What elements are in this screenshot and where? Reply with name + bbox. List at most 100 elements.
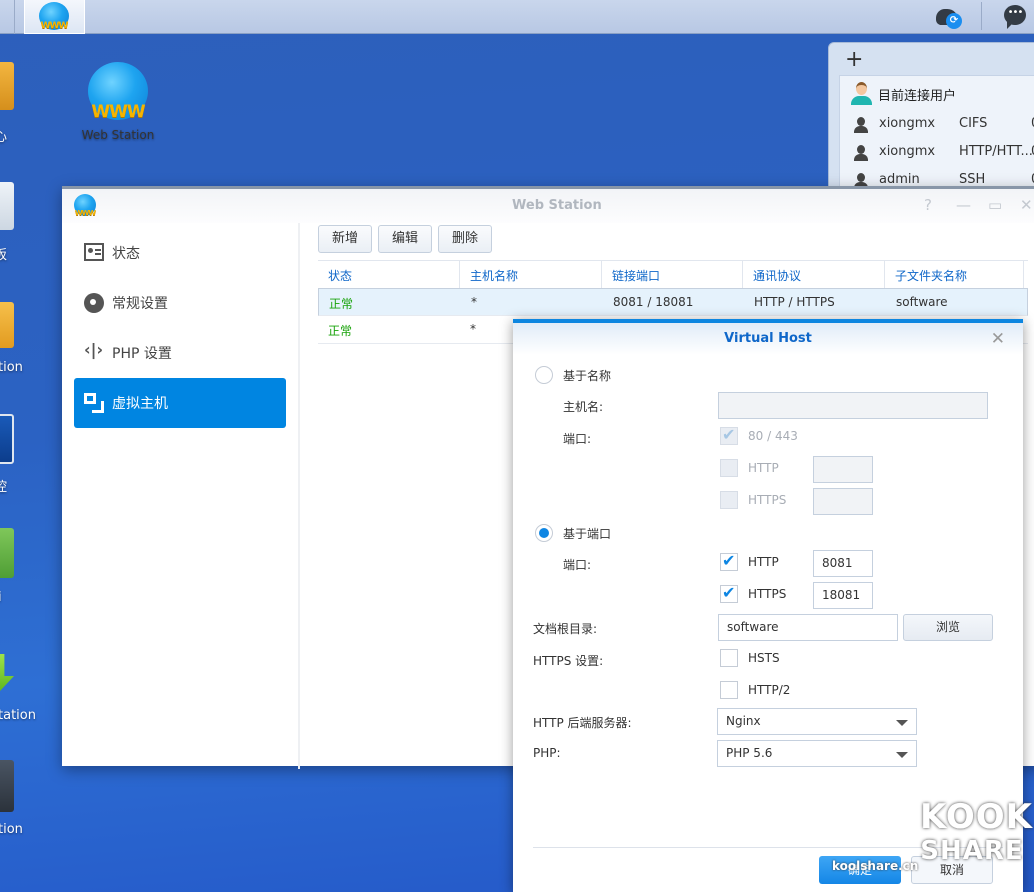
desktop-icon-label: tion xyxy=(0,360,23,375)
name-based-radio[interactable] xyxy=(535,366,553,384)
php-version-select[interactable]: PHP 5.6 xyxy=(717,740,917,767)
name-http-port-input[interactable] xyxy=(813,456,873,483)
sidebar-item-virtual-host[interactable]: 虚拟主机 xyxy=(74,378,286,428)
connected-users-widget: + 目前连接用户 xiongmx CIFS 0 xiongmx HTTP/HTT… xyxy=(828,42,1034,195)
chevron-down-icon xyxy=(896,752,908,758)
port-http-label: HTTP xyxy=(748,555,779,569)
doc-root-input[interactable]: software xyxy=(718,614,898,641)
taskbar: WWW ⟳ ••• xyxy=(0,0,1034,34)
virtual-host-icon xyxy=(84,393,104,413)
http-port-input[interactable]: 8081 xyxy=(813,550,873,577)
desktop-icon-label: 控 xyxy=(0,480,8,495)
user-avatar-icon xyxy=(850,82,872,106)
desktop-icon-label: tion xyxy=(0,822,23,837)
cell-hostname: * xyxy=(471,295,477,309)
chevron-down-icon xyxy=(896,720,908,726)
dialog-header[interactable]: Virtual Host ✕ xyxy=(513,323,1023,355)
http2-checkbox[interactable] xyxy=(720,681,738,699)
hsts-checkbox[interactable] xyxy=(720,649,738,667)
window-title: Web Station xyxy=(512,198,602,213)
add-widget-button[interactable]: + xyxy=(845,47,863,72)
column-header-hostname[interactable]: 主机名称 xyxy=(460,261,602,289)
video-station-icon xyxy=(0,760,14,812)
watermark-line1: KOOK xyxy=(920,797,1033,837)
package-center-icon xyxy=(0,62,14,110)
sidebar-item-label: 常规设置 xyxy=(112,296,168,312)
port-http-checkbox[interactable] xyxy=(720,551,738,571)
http2-label: HTTP/2 xyxy=(748,683,791,697)
default-port-label: 80 / 443 xyxy=(748,429,798,443)
widget-title: 目前连接用户 xyxy=(878,89,957,104)
sidebar-item-status[interactable]: 状态 xyxy=(74,228,286,278)
sidebar: 状态 常规设置 ‹|› PHP 设置 虚拟主机 xyxy=(62,223,300,769)
code-icon: ‹|› xyxy=(84,340,104,359)
user-name: xiongmx xyxy=(879,144,936,159)
php-label: PHP: xyxy=(533,746,561,760)
web-station-globe-icon: WWW xyxy=(74,194,96,217)
help-icon[interactable]: ? xyxy=(924,196,932,214)
name-https-label: HTTPS xyxy=(748,493,787,507)
desktop-icon-label: i xyxy=(0,590,2,605)
port-https-checkbox[interactable] xyxy=(720,583,738,603)
user-row: xiongmx HTTP/HTT... 0 xyxy=(840,140,1034,168)
user-protocol: HTTP/HTT... xyxy=(959,144,1033,159)
koolshare-watermark: KOOK SHARE xyxy=(920,800,1032,868)
chat-icon[interactable]: ••• xyxy=(1004,5,1026,29)
name-http-label: HTTP xyxy=(748,461,779,475)
port-https-label: HTTPS xyxy=(748,587,787,601)
gear-icon xyxy=(84,293,104,313)
sidebar-item-label: 状态 xyxy=(112,246,140,262)
control-panel-icon xyxy=(0,182,14,230)
sidebar-item-general-settings[interactable]: 常规设置 xyxy=(74,278,286,328)
minimize-icon[interactable]: — xyxy=(956,196,971,214)
sidebar-item-php-settings[interactable]: ‹|› PHP 设置 xyxy=(74,328,286,378)
https-settings-label: HTTPS 设置: xyxy=(533,654,604,668)
name-https-checkbox[interactable] xyxy=(720,491,738,509)
https-port-input[interactable]: 18081 xyxy=(813,582,873,609)
column-header-protocol[interactable]: 通讯协议 xyxy=(743,261,885,289)
cloud-sync-icon[interactable]: ⟳ xyxy=(936,5,966,29)
port-label: 端口: xyxy=(563,558,592,572)
table-header: 状态 主机名称 链接端口 通讯协议 子文件夹名称 xyxy=(318,260,1028,289)
user-protocol: SSH xyxy=(959,172,986,187)
window-titlebar[interactable]: WWW Web Station ? — ▭ ✕ xyxy=(62,189,1034,223)
status-icon xyxy=(84,243,104,261)
user-icon xyxy=(854,117,868,133)
green-app-icon xyxy=(0,528,14,578)
taskbar-web-station-button[interactable]: WWW xyxy=(24,0,85,34)
close-icon[interactable]: ✕ xyxy=(1020,196,1033,214)
table-row[interactable]: 正常 * 8081 / 18081 HTTP / HTTPS software xyxy=(318,288,1028,316)
name-https-port-input[interactable] xyxy=(813,488,873,515)
watermark-line2: SHARE xyxy=(920,836,1024,866)
cell-protocol: HTTP / HTTPS xyxy=(754,295,835,309)
cell-status: 正常 xyxy=(329,297,354,311)
doc-root-label: 文档根目录: xyxy=(533,622,598,636)
column-header-status[interactable]: 状态 xyxy=(318,261,460,289)
taskbar-divider xyxy=(14,0,15,34)
port-based-label: 基于端口 xyxy=(563,527,612,541)
user-icon xyxy=(854,145,868,161)
add-button[interactable]: 新增 xyxy=(318,225,372,253)
browse-button[interactable]: 浏览 xyxy=(903,614,993,641)
column-header-folder[interactable]: 子文件夹名称 xyxy=(885,261,1024,289)
default-port-checkbox[interactable] xyxy=(720,425,738,445)
port-based-radio[interactable] xyxy=(535,524,553,542)
desktop-icon-label: 心 xyxy=(0,130,8,145)
close-icon[interactable]: ✕ xyxy=(991,329,1005,349)
delete-button[interactable]: 删除 xyxy=(438,225,492,253)
download-station-icon xyxy=(0,654,14,694)
edit-button[interactable]: 编辑 xyxy=(378,225,432,253)
maximize-icon[interactable]: ▭ xyxy=(988,196,1002,214)
name-based-label: 基于名称 xyxy=(563,369,612,383)
user-row: xiongmx CIFS 0 xyxy=(840,112,1034,140)
file-station-icon xyxy=(0,302,14,348)
cell-folder: software xyxy=(896,295,948,309)
backend-server-select[interactable]: Nginx xyxy=(717,708,917,735)
column-header-port[interactable]: 链接端口 xyxy=(602,261,743,289)
name-http-checkbox[interactable] xyxy=(720,459,738,477)
user-protocol: CIFS xyxy=(959,116,988,131)
desktop-icon-label: tation xyxy=(0,708,36,723)
hostname-input[interactable] xyxy=(718,392,988,419)
hsts-label: HSTS xyxy=(748,651,780,665)
user-name: xiongmx xyxy=(879,116,936,131)
